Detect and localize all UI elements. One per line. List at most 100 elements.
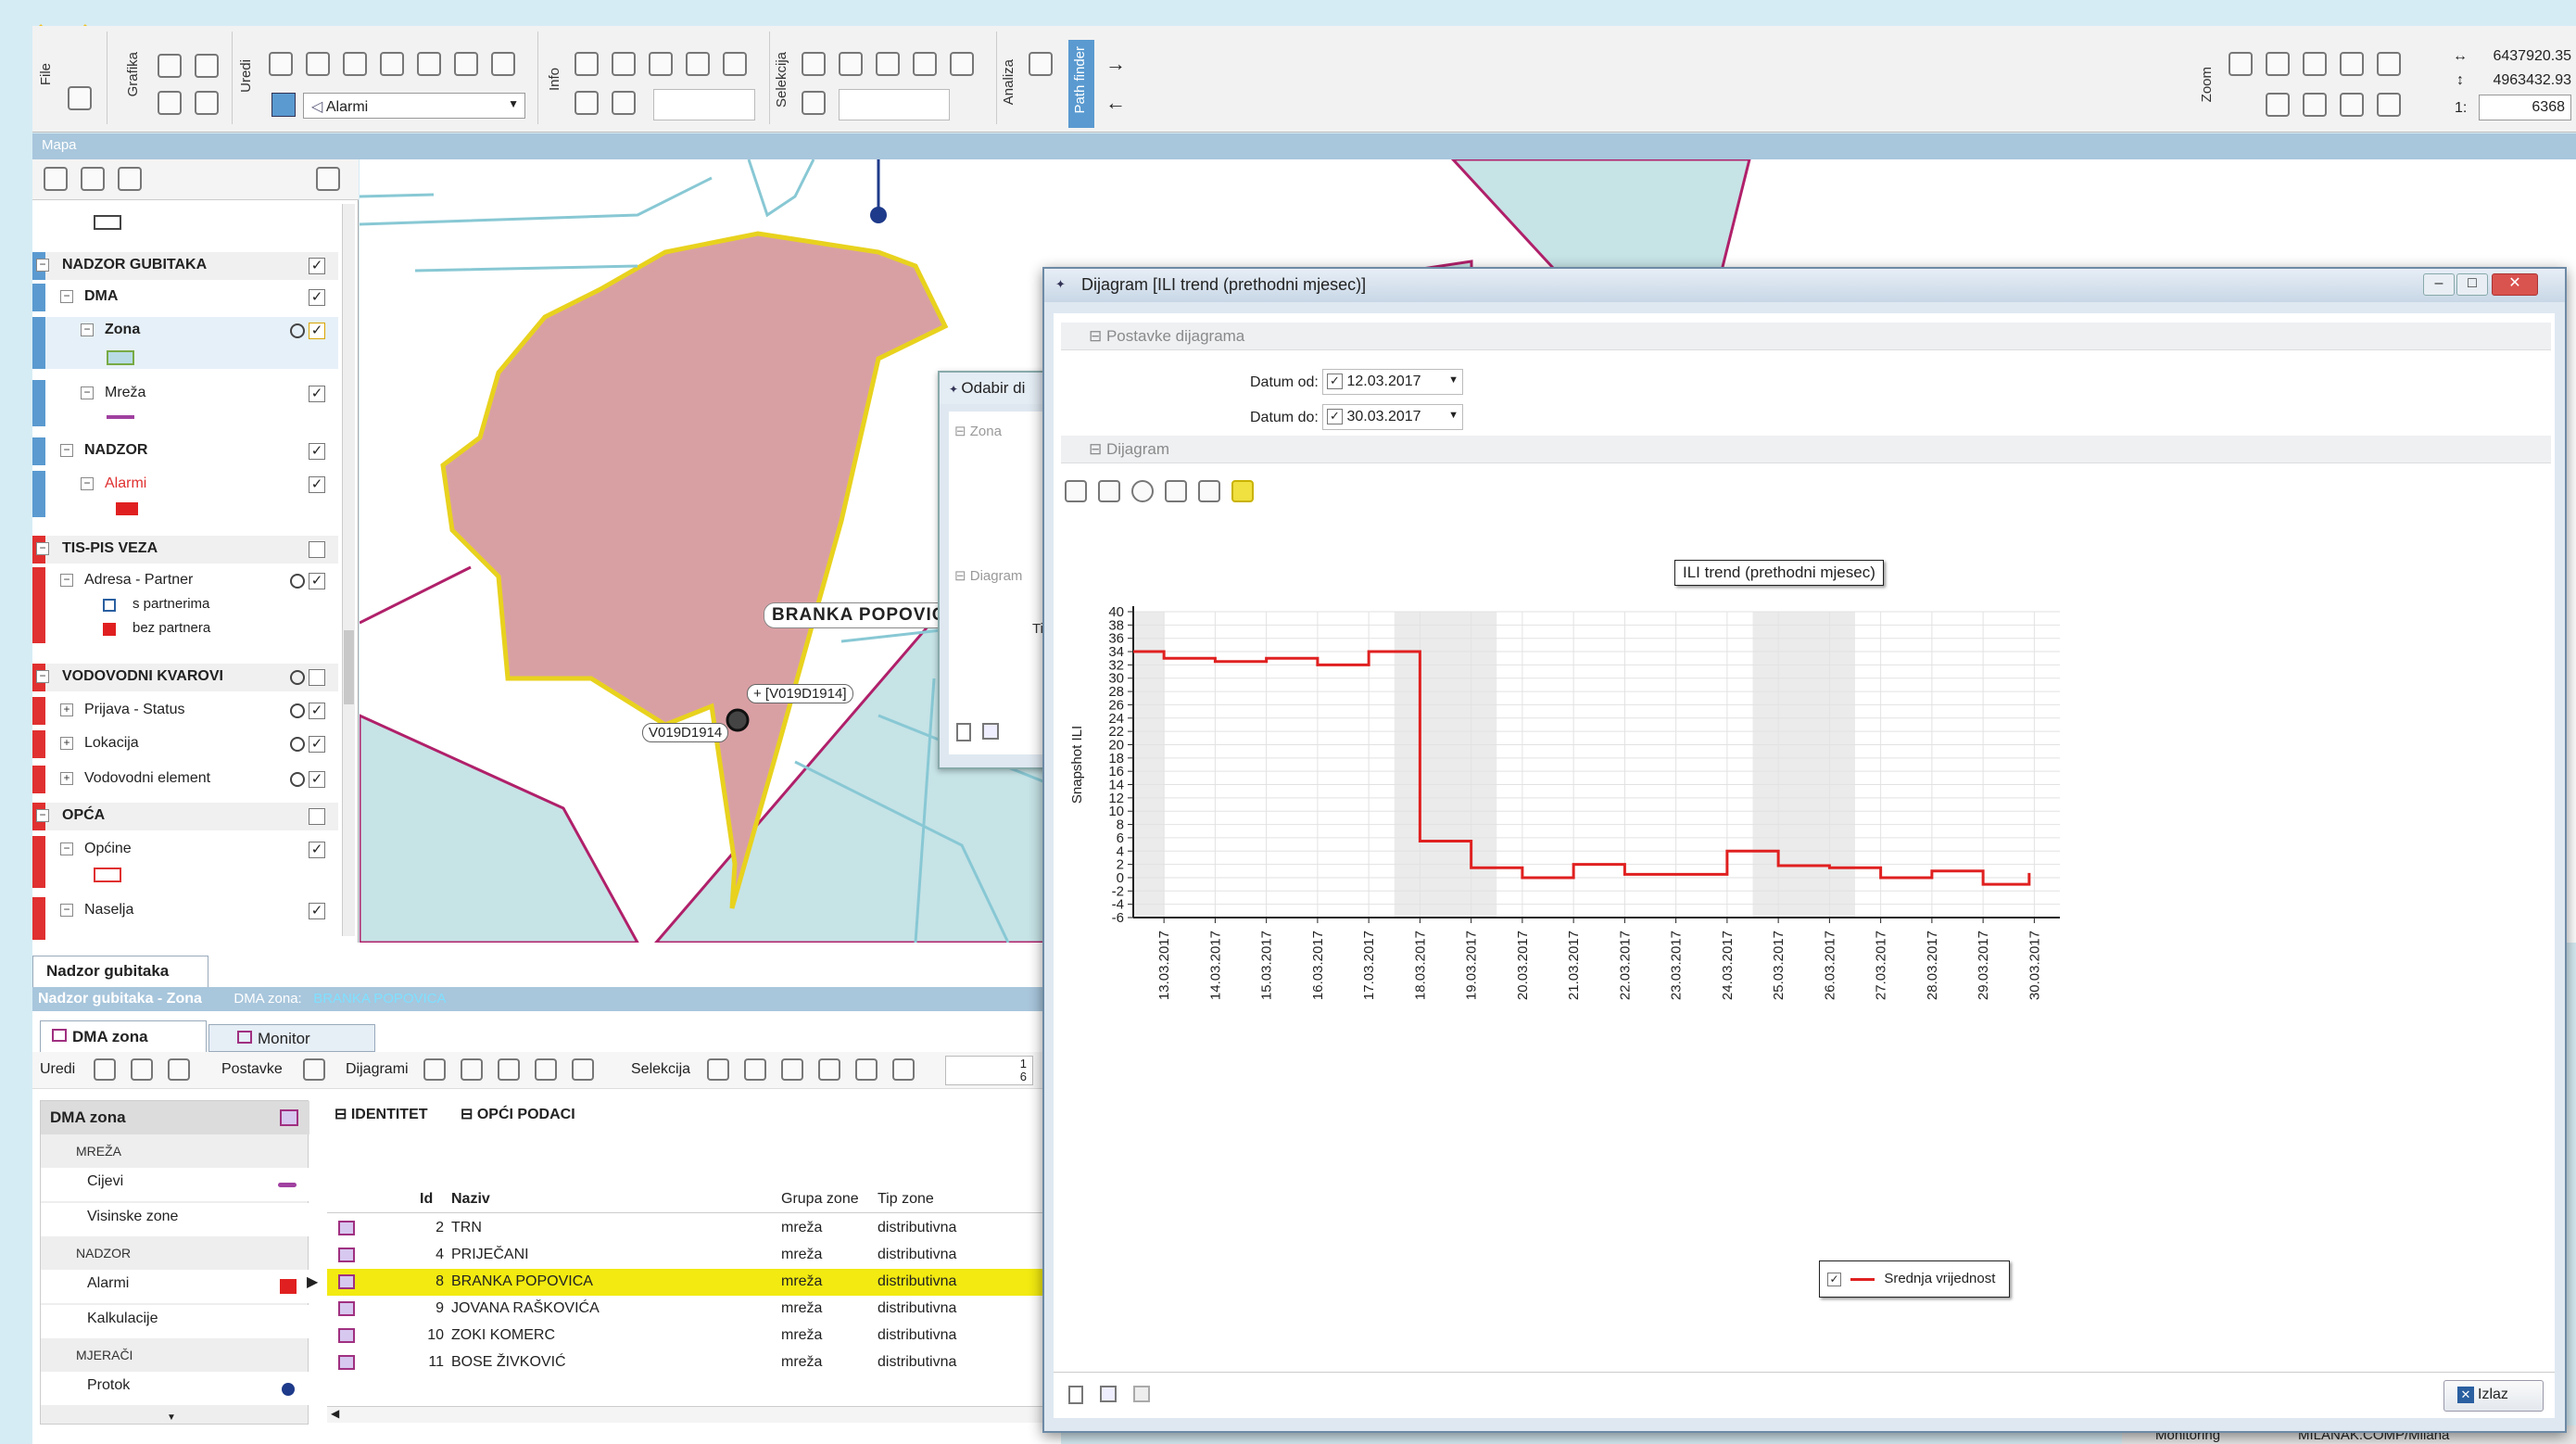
- undo-icon[interactable]: [306, 52, 330, 76]
- datum-do-checkbox[interactable]: ✓: [1327, 409, 1343, 425]
- layer-checkbox[interactable]: ✓: [309, 842, 325, 858]
- visibility-icon[interactable]: [290, 703, 305, 718]
- chart-icon-3[interactable]: [498, 1058, 520, 1081]
- new-doc-icon[interactable]: [956, 723, 971, 741]
- add-shape-icon[interactable]: [417, 52, 441, 76]
- zoom-search-icon[interactable]: [2229, 52, 2253, 76]
- visibility-icon[interactable]: [290, 772, 305, 787]
- arrow-right-icon[interactable]: →: [1105, 52, 1126, 76]
- col-id[interactable]: Id: [420, 1191, 433, 1208]
- layer-row-mreza[interactable]: − Mreža ✓: [32, 380, 338, 426]
- table-row[interactable]: 10 ZOKI KOMERC mreža distributivna: [327, 1323, 1061, 1349]
- maximize-button[interactable]: □: [2456, 273, 2488, 296]
- zoom-save-icon[interactable]: [2377, 93, 2401, 117]
- postavke-icon[interactable]: [303, 1058, 325, 1081]
- sel-icon-6[interactable]: [892, 1058, 915, 1081]
- side-item-visinske-zone[interactable]: Visinske zone: [41, 1203, 309, 1236]
- datum-od-dropdown-icon[interactable]: ▼: [1448, 374, 1458, 386]
- select-add-icon[interactable]: [913, 52, 937, 76]
- zoom-layer-icon[interactable]: [2303, 52, 2327, 76]
- select-clear-icon[interactable]: [950, 52, 974, 76]
- col-tip-zone[interactable]: Tip zone: [878, 1191, 934, 1208]
- exit-button[interactable]: ✕ Izlaz: [2443, 1380, 2544, 1412]
- diagram-dialog-titlebar[interactable]: ✦ Dijagram [ILI trend (prethodni mjesec)…: [1044, 269, 2565, 302]
- table-row[interactable]: 2 TRN mreža distributivna: [327, 1215, 1061, 1242]
- table-row[interactable]: 11 BOSE ŽIVKOVIĆ mreža distributivna: [327, 1349, 1061, 1376]
- page-input[interactable]: 1 6: [945, 1056, 1033, 1085]
- export-icon[interactable]: [649, 52, 673, 76]
- table-row[interactable]: 4 PRIJEČANI mreža distributivna: [327, 1242, 1061, 1269]
- pointer-icon[interactable]: [195, 54, 219, 78]
- add-node-icon[interactable]: [380, 52, 404, 76]
- visibility-icon[interactable]: [290, 323, 305, 338]
- layer-row-naselja[interactable]: − Naselja ✓: [32, 897, 338, 940]
- layer-checkbox[interactable]: ✓: [309, 386, 325, 402]
- layer-row-zona[interactable]: − Zona ✓: [32, 317, 338, 369]
- layer-scrollbar[interactable]: [342, 204, 355, 936]
- chart-calendar-icon-1[interactable]: [1165, 480, 1187, 502]
- diagram-dialog[interactable]: ✦ Dijagram [ILI trend (prethodni mjesec)…: [1042, 267, 2567, 1433]
- chart-zoom-icon[interactable]: [1131, 480, 1154, 502]
- chart-comment-icon[interactable]: [1231, 480, 1254, 502]
- settings-icon[interactable]: [491, 52, 515, 76]
- layer-checkbox[interactable]: ✓: [309, 258, 325, 274]
- grid-hscroll[interactable]: ◀: [327, 1406, 1061, 1423]
- chart-calendar-icon-2[interactable]: [1198, 480, 1220, 502]
- group-header-identitet[interactable]: ⊟ IDENTITET: [327, 1100, 448, 1128]
- layer-settings-icon[interactable]: [118, 167, 142, 191]
- layer-row-tis-pis[interactable]: − TIS-PIS VEZA: [32, 536, 338, 564]
- pencil-icon[interactable]: [158, 54, 182, 78]
- datum-od-checkbox[interactable]: ✓: [1327, 374, 1343, 390]
- zoom-prev-icon[interactable]: [2377, 52, 2401, 76]
- chart-icon-2[interactable]: [461, 1058, 483, 1081]
- side-item-alarmi[interactable]: Alarmi: [41, 1270, 309, 1303]
- select-table-icon[interactable]: [802, 91, 826, 115]
- layer-scrollbar-thumb[interactable]: [344, 630, 354, 704]
- tab-nadzor-gubitaka[interactable]: Nadzor gubitaka: [32, 956, 208, 987]
- layer-checkbox[interactable]: [309, 541, 325, 558]
- side-item-kalkulacije[interactable]: Kalkulacije: [41, 1305, 309, 1338]
- group-header-opci[interactable]: ⊟ OPĆI PODACI: [453, 1100, 731, 1128]
- select-rect-icon[interactable]: [839, 52, 863, 76]
- layer-row-vodovodni-element[interactable]: + Vodovodni element ✓: [32, 766, 338, 793]
- layer-checkbox[interactable]: ✓: [309, 443, 325, 460]
- layer-row-prijava[interactable]: + Prijava - Status ✓: [32, 697, 338, 725]
- print-icon[interactable]: [68, 86, 92, 110]
- section-diagram-header[interactable]: ⊟ Dijagram: [1061, 436, 2551, 463]
- legend-checkbox[interactable]: ✓: [1827, 1272, 1841, 1286]
- side-scroll-down-icon[interactable]: ▼: [167, 1412, 176, 1423]
- chart-legend[interactable]: ✓ Srednja vrijednost: [1819, 1260, 2010, 1298]
- add-row-icon[interactable]: [94, 1058, 116, 1081]
- brush-icon[interactable]: [195, 91, 219, 115]
- layer-checkbox[interactable]: ✓: [309, 771, 325, 788]
- scroll-left-icon[interactable]: ◀: [331, 1407, 339, 1420]
- sel-icon-1[interactable]: [707, 1058, 729, 1081]
- datum-od-picker[interactable]: ✓ 12.03.2017 ▼: [1322, 369, 1463, 395]
- copy-icon[interactable]: [686, 52, 710, 76]
- layers-icon[interactable]: [158, 91, 182, 115]
- zoom-extent-icon[interactable]: [2340, 52, 2364, 76]
- layer-row-opca[interactable]: − OPĆA: [32, 803, 338, 830]
- layer-checkbox[interactable]: ✓: [309, 289, 325, 306]
- abc-icon[interactable]: [454, 52, 478, 76]
- layer-row-vodovodni-kvarovi[interactable]: − VODOVODNI KVAROVI: [32, 664, 338, 691]
- chart-icon-4[interactable]: [535, 1058, 557, 1081]
- layer-row-nadzor-gubitaka[interactable]: − NADZOR GUBITAKA ✓: [32, 252, 338, 280]
- layer-row-dma[interactable]: − DMA ✓: [32, 284, 338, 311]
- zoom-in-icon[interactable]: [2266, 52, 2290, 76]
- col-grupa-zone[interactable]: Grupa zone: [781, 1191, 859, 1208]
- folder-icon[interactable]: [612, 91, 636, 115]
- sel-icon-4[interactable]: [818, 1058, 840, 1081]
- map-node-selected[interactable]: [726, 708, 750, 732]
- chart-svg[interactable]: 4038363432302826242220181614121086420-2-…: [1061, 584, 2544, 1344]
- datum-do-picker[interactable]: ✓ 30.03.2017 ▼: [1322, 404, 1463, 430]
- side-item-cijevi[interactable]: Cijevi: [41, 1168, 309, 1201]
- layer-row-bez-partnera[interactable]: bez partnera: [32, 615, 338, 643]
- measure-icon[interactable]: [612, 52, 636, 76]
- sel-icon-2[interactable]: [744, 1058, 766, 1081]
- globe-icon[interactable]: [575, 91, 599, 115]
- layer-checkbox[interactable]: [309, 808, 325, 825]
- info-icon[interactable]: [575, 52, 599, 76]
- layer-row-opcine[interactable]: − Općine ✓: [32, 836, 338, 888]
- sigma-icon[interactable]: [1029, 52, 1053, 76]
